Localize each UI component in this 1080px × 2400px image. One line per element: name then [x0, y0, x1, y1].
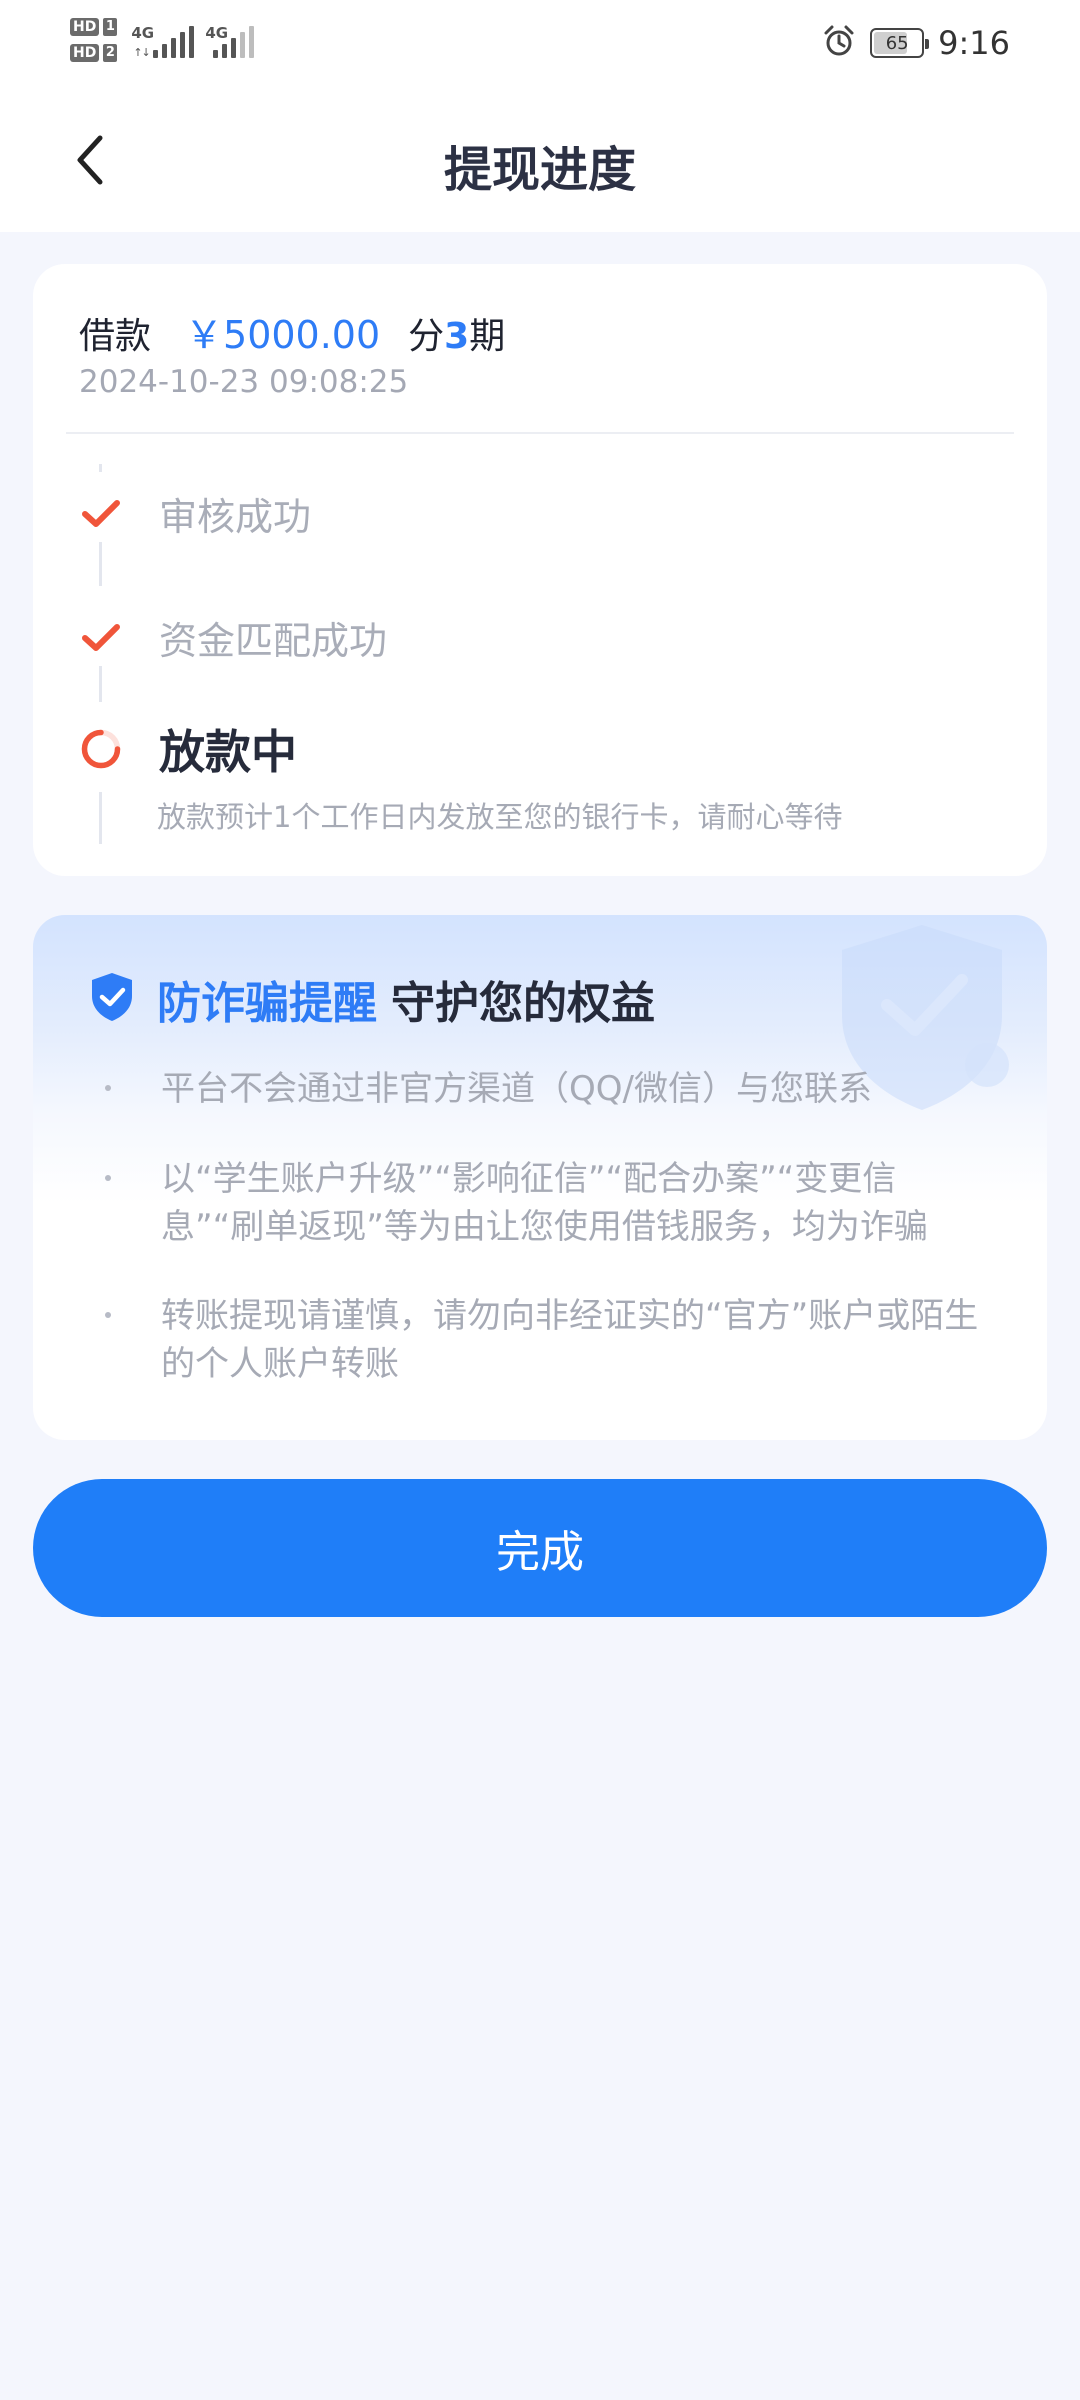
fraud-item: 平台不会通过非官方渠道（QQ/微信）与您联系 — [105, 1065, 991, 1113]
fraud-item-text: 以“学生账户升级”“影响征信”“配合办案”“变更信息”“刷单返现”等为由让您使用… — [161, 1159, 928, 1247]
bullet-dot — [105, 1085, 111, 1091]
fraud-item: 以“学生账户升级”“影响征信”“配合办案”“变更信息”“刷单返现”等为由让您使用… — [105, 1155, 991, 1251]
nav-header: 提现进度 — [0, 92, 1080, 232]
network-2-signal: 4G — [205, 18, 265, 62]
battery-icon: 65 — [870, 28, 930, 58]
fraud-header: 防诈骗提醒 守护您的权益 — [89, 967, 655, 1031]
sim2-number: 2 — [103, 44, 118, 62]
progress-card: 借款 ￥5000.00 分 3 期 2024-10-23 09:08:25 审核… — [33, 264, 1047, 876]
fraud-item-text: 平台不会通过非官方渠道（QQ/微信）与您联系 — [161, 1069, 872, 1109]
signal-bars-icon — [153, 26, 195, 58]
signal-bars-icon-2 — [213, 26, 255, 58]
step-description: 放款预计1个工作日内发放至您的银行卡，请耐心等待 — [157, 800, 843, 834]
step-label-active: 放款中 — [159, 725, 297, 779]
loan-period-suffix: 期 — [469, 316, 506, 357]
hd-badge-1: HD — [70, 18, 100, 36]
step-label: 审核成功 — [159, 495, 312, 539]
anti-fraud-card: 防诈骗提醒 守护您的权益 平台不会通过非官方渠道（QQ/微信）与您联系 以“学生… — [33, 915, 1047, 1440]
timeline-connector — [99, 542, 102, 586]
step-review-success: 审核成功 — [79, 486, 311, 541]
loan-period-number: 3 — [444, 316, 470, 357]
loan-datetime: 2024-10-23 09:08:25 — [79, 364, 409, 400]
loan-period-prefix: 分 — [408, 316, 445, 357]
check-icon — [79, 616, 123, 660]
fraud-item-text: 转账提现请谨慎，请勿向非经证实的“官方”账户或陌生的个人账户转账 — [161, 1296, 979, 1384]
step-label: 资金匹配成功 — [159, 619, 388, 663]
step-disbursing: 放款中 — [79, 716, 297, 782]
step-fund-match-success: 资金匹配成功 — [79, 610, 387, 665]
clock: 9:16 — [938, 24, 1010, 62]
alarm-icon — [822, 24, 856, 62]
bullet-dot — [105, 1312, 111, 1318]
fraud-subtitle: 守护您的权益 — [391, 978, 655, 1029]
timeline-connector — [99, 464, 102, 472]
hd-badge-2: HD — [70, 44, 100, 62]
loan-summary: 借款 ￥5000.00 分 3 期 — [79, 304, 505, 359]
sim1-number: 1 — [103, 18, 118, 36]
done-button[interactable]: 完成 — [33, 1479, 1047, 1617]
network-1-signal: 4G ↑↓ — [131, 18, 195, 62]
battery-level: 65 — [885, 32, 909, 54]
timeline-connector — [99, 666, 102, 702]
loading-spinner-icon — [79, 727, 123, 771]
page-title: 提现进度 — [443, 142, 636, 198]
sim2-indicator: HD 2 — [70, 44, 118, 62]
status-right: 65 9:16 — [822, 24, 1010, 62]
bullet-dot — [105, 1175, 111, 1181]
timeline-connector — [99, 792, 102, 844]
loan-label: 借款 — [79, 316, 152, 357]
status-bar: HD 1 HD 2 4G ↑↓ 4G 65 9:16 — [0, 0, 1080, 92]
fraud-title: 防诈骗提醒 — [157, 978, 377, 1029]
loan-amount: ￥5000.00 — [185, 313, 381, 357]
check-icon — [79, 492, 123, 536]
data-arrows-icon: ↑↓ — [133, 46, 150, 59]
fraud-item: 转账提现请谨慎，请勿向非经证实的“官方”账户或陌生的个人账户转账 — [105, 1292, 991, 1388]
sim1-indicator: HD 1 — [70, 18, 118, 36]
network-1-label: 4G — [131, 24, 155, 42]
signal-indicators: HD 1 HD 2 4G ↑↓ 4G — [70, 18, 265, 62]
divider — [66, 432, 1014, 434]
shield-check-icon — [89, 971, 135, 1027]
